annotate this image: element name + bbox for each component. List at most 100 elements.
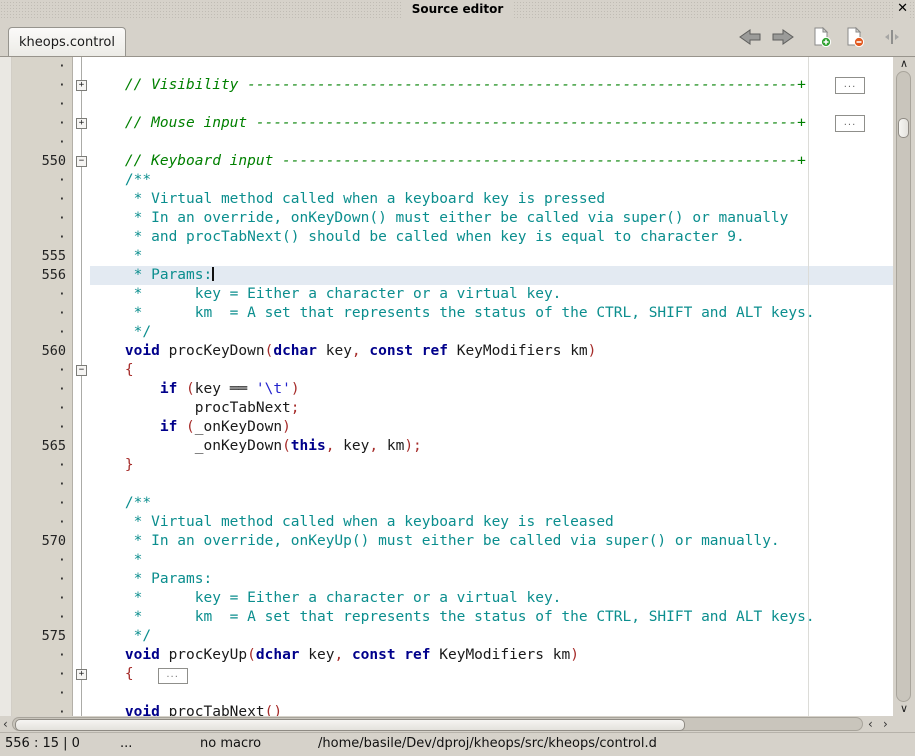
nav-back-button[interactable] bbox=[737, 25, 763, 49]
code-line-text[interactable]: void procKeyDown(dchar key, const ref Ke… bbox=[90, 342, 893, 361]
code-line[interactable]: 575 */ bbox=[0, 627, 893, 646]
fold-ellipsis-box[interactable]: ... bbox=[835, 115, 865, 132]
code-line-text[interactable]: * Virtual method called when a keyboard … bbox=[90, 190, 893, 209]
code-line[interactable]: · bbox=[0, 475, 893, 494]
code-line-text[interactable]: // Visibility --------------------------… bbox=[90, 76, 893, 95]
code-line[interactable]: · /** bbox=[0, 171, 893, 190]
code-line[interactable]: · * Virtual method called when a keyboar… bbox=[0, 190, 893, 209]
code-line[interactable]: ·− { bbox=[0, 361, 893, 380]
code-line[interactable]: 565 _onKeyDown(this, key, km); bbox=[0, 437, 893, 456]
code-line[interactable]: · bbox=[0, 133, 893, 152]
code-line-text[interactable] bbox=[90, 133, 893, 152]
code-line[interactable]: · * key = Either a character or a virtua… bbox=[0, 285, 893, 304]
code-line[interactable]: · * and procTabNext() should be called w… bbox=[0, 228, 893, 247]
horizontal-scrollbar[interactable]: ‹ ‹ › bbox=[0, 716, 915, 732]
code-line[interactable]: · * Virtual method called when a keyboar… bbox=[0, 513, 893, 532]
code-line[interactable]: · if (key ══ '\t') bbox=[0, 380, 893, 399]
code-line[interactable]: · void procTabNext() bbox=[0, 703, 893, 716]
code-line[interactable]: 556 * Params: bbox=[0, 266, 893, 285]
code-line-text[interactable]: void procTabNext() bbox=[90, 703, 893, 716]
close-document-button[interactable] bbox=[842, 25, 868, 49]
line-number: 570 bbox=[12, 532, 72, 551]
code-line[interactable]: 555 * bbox=[0, 247, 893, 266]
code-line[interactable]: 570 * In an override, onKeyUp() must eit… bbox=[0, 532, 893, 551]
code-line-text[interactable] bbox=[90, 684, 893, 703]
code-line-text[interactable]: * bbox=[90, 551, 893, 570]
gutter-edge bbox=[0, 266, 12, 285]
code-editor[interactable]: ··+ // Visibility ----------------------… bbox=[0, 56, 893, 716]
vertical-scrollbar-track[interactable] bbox=[896, 71, 911, 702]
code-line[interactable]: · procTabNext; bbox=[0, 399, 893, 418]
code-line-text[interactable]: /** bbox=[90, 171, 893, 190]
code-line-text[interactable]: { bbox=[90, 361, 893, 380]
scroll-left-icon-2[interactable]: ‹ bbox=[868, 716, 873, 732]
code-line-text[interactable]: /** bbox=[90, 494, 893, 513]
code-line-text[interactable] bbox=[90, 95, 893, 114]
code-line[interactable]: · * km = A set that represents the statu… bbox=[0, 608, 893, 627]
code-line-text[interactable]: * and procTabNext() should be called whe… bbox=[90, 228, 893, 247]
window-close-icon[interactable]: ✕ bbox=[895, 0, 910, 18]
code-line[interactable]: · * key = Either a character or a virtua… bbox=[0, 589, 893, 608]
code-line-text[interactable]: */ bbox=[90, 323, 893, 342]
vertical-scrollbar-thumb[interactable] bbox=[898, 118, 909, 138]
code-line-text[interactable]: * km = A set that represents the status … bbox=[90, 608, 893, 627]
scroll-down-icon[interactable]: ∨ bbox=[893, 702, 915, 716]
code-line-text[interactable]: * km = A set that represents the status … bbox=[90, 304, 893, 323]
code-line-text[interactable]: if (key ══ '\t') bbox=[90, 380, 893, 399]
code-line-text[interactable]: {... bbox=[90, 665, 893, 684]
code-line[interactable]: ·+ // Mouse input ----------------------… bbox=[0, 114, 893, 133]
window-titlebar[interactable]: Source editor ✕ bbox=[0, 0, 915, 18]
code-line[interactable]: · * In an override, onKeyDown() must eit… bbox=[0, 209, 893, 228]
code-line-text[interactable]: // Keyboard input ----------------------… bbox=[90, 152, 893, 171]
code-line[interactable]: · */ bbox=[0, 323, 893, 342]
fold-expand-icon[interactable]: + bbox=[76, 80, 87, 91]
fold-expand-icon[interactable]: + bbox=[76, 669, 87, 680]
code-line[interactable]: ·+ // Visibility -----------------------… bbox=[0, 76, 893, 95]
fold-collapse-icon[interactable]: − bbox=[76, 156, 87, 167]
code-line-text[interactable]: * bbox=[90, 247, 893, 266]
code-line[interactable]: 560 void procKeyDown(dchar key, const re… bbox=[0, 342, 893, 361]
code-line-text[interactable]: procTabNext; bbox=[90, 399, 893, 418]
code-line[interactable]: · * km = A set that represents the statu… bbox=[0, 304, 893, 323]
horizontal-scrollbar-track[interactable] bbox=[12, 717, 863, 731]
code-line[interactable]: · if (_onKeyDown) bbox=[0, 418, 893, 437]
new-document-button[interactable] bbox=[809, 25, 835, 49]
code-line-text[interactable]: // Mouse input -------------------------… bbox=[90, 114, 893, 133]
code-line-text[interactable]: * In an override, onKeyUp() must either … bbox=[90, 532, 893, 551]
fold-collapse-icon[interactable]: − bbox=[76, 365, 87, 376]
code-line-text[interactable]: * key = Either a character or a virtual … bbox=[90, 589, 893, 608]
fold-ellipsis-box[interactable]: ... bbox=[835, 77, 865, 94]
code-line[interactable]: · bbox=[0, 95, 893, 114]
code-line[interactable]: · void procKeyUp(dchar key, const ref Ke… bbox=[0, 646, 893, 665]
code-line-text[interactable]: * Params: bbox=[90, 570, 893, 589]
fold-expand-icon[interactable]: + bbox=[76, 118, 87, 129]
code-line-text[interactable]: * Virtual method called when a keyboard … bbox=[90, 513, 893, 532]
current-code-line-text[interactable]: * Params: bbox=[90, 266, 893, 285]
code-line-text[interactable] bbox=[90, 57, 893, 76]
code-line[interactable]: · bbox=[0, 684, 893, 703]
code-line[interactable]: ·+ {... bbox=[0, 665, 893, 684]
code-line[interactable]: · * bbox=[0, 551, 893, 570]
code-line-text[interactable]: * In an override, onKeyDown() must eithe… bbox=[90, 209, 893, 228]
horizontal-scrollbar-thumb[interactable] bbox=[15, 719, 685, 731]
code-line-text[interactable]: } bbox=[90, 456, 893, 475]
nav-forward-button[interactable] bbox=[770, 25, 796, 49]
vertical-scrollbar[interactable]: ∧ ∨ bbox=[893, 56, 915, 716]
code-line[interactable]: 550− // Keyboard input -----------------… bbox=[0, 152, 893, 171]
split-view-button[interactable] bbox=[879, 25, 905, 49]
scroll-left-icon[interactable]: ‹ bbox=[3, 716, 8, 732]
code-line[interactable]: · bbox=[0, 57, 893, 76]
code-line-text[interactable]: void procKeyUp(dchar key, const ref KeyM… bbox=[90, 646, 893, 665]
fold-ellipsis-box[interactable]: ... bbox=[158, 668, 188, 684]
tab-kheops-control[interactable]: kheops.control bbox=[8, 27, 126, 56]
code-line[interactable]: · /** bbox=[0, 494, 893, 513]
code-line-text[interactable]: */ bbox=[90, 627, 893, 646]
scroll-up-icon[interactable]: ∧ bbox=[893, 57, 915, 71]
code-line-text[interactable]: _onKeyDown(this, key, km); bbox=[90, 437, 893, 456]
scroll-right-icon[interactable]: › bbox=[883, 716, 888, 732]
code-line[interactable]: · } bbox=[0, 456, 893, 475]
code-line-text[interactable]: * key = Either a character or a virtual … bbox=[90, 285, 893, 304]
code-line-text[interactable]: if (_onKeyDown) bbox=[90, 418, 893, 437]
code-line[interactable]: · * Params: bbox=[0, 570, 893, 589]
code-line-text[interactable] bbox=[90, 475, 893, 494]
